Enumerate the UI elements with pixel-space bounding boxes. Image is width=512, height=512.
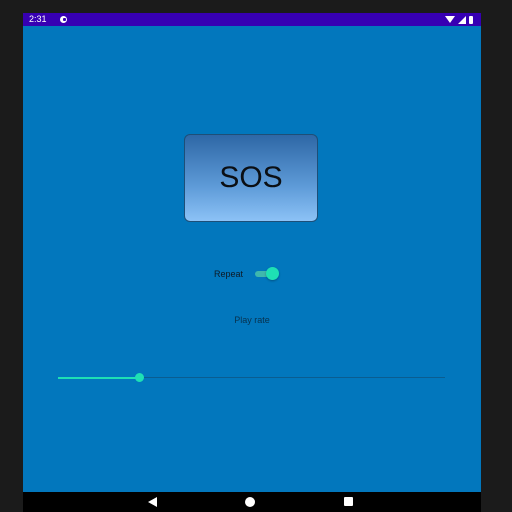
status-icons [445,13,473,26]
repeat-row: Repeat [214,267,280,281]
app-notification-icon [60,16,67,23]
play-rate-slider[interactable] [58,372,445,384]
home-icon[interactable] [245,497,255,507]
slider-track-active [58,377,140,379]
slider-thumb[interactable] [135,373,145,382]
status-time: 2:31 [29,14,47,24]
back-icon[interactable] [148,497,157,507]
repeat-toggle[interactable] [253,267,280,281]
navigation-bar [23,492,481,512]
wifi-icon [445,16,455,23]
repeat-label: Repeat [214,269,244,279]
recents-icon[interactable] [344,497,353,506]
toggle-thumb [266,267,280,280]
status-bar: 2:31 [23,13,481,26]
sos-button[interactable]: SOS [184,134,318,222]
signal-icon [458,15,466,24]
play-rate-label: Play rate [234,315,270,325]
phone-screen: 2:31 SOS Repeat Play rate [23,13,481,512]
battery-icon [469,15,473,24]
